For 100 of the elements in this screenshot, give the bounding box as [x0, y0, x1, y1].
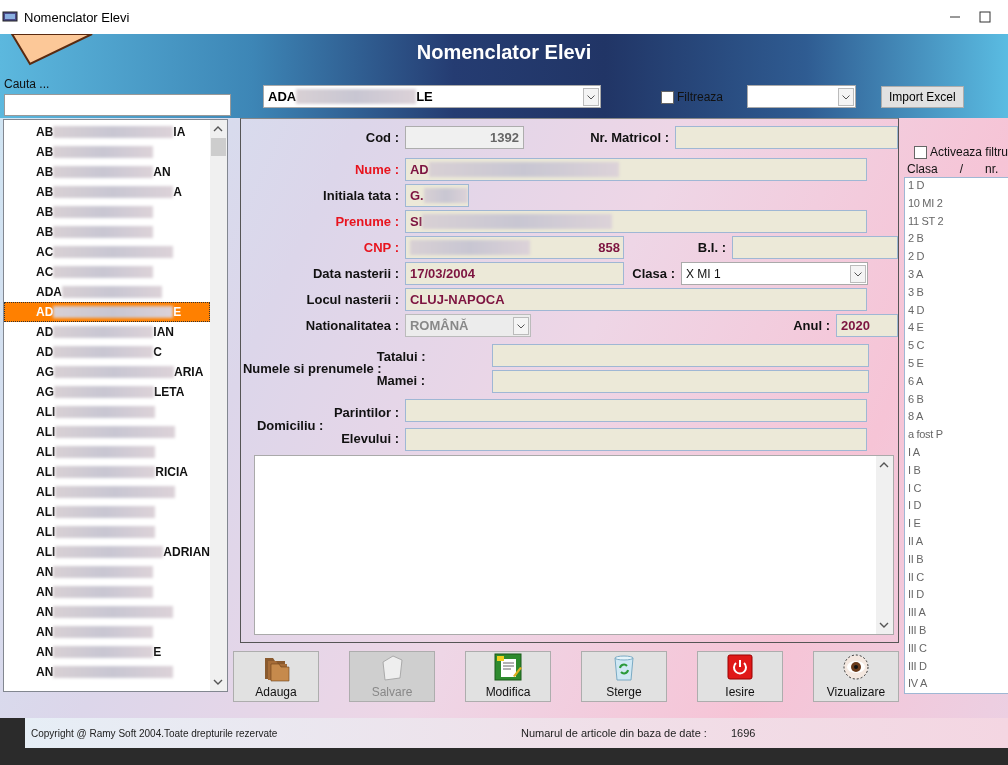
- text-field[interactable]: [491, 344, 869, 367]
- student-list-item[interactable]: ALI: [4, 402, 210, 422]
- text-field[interactable]: [674, 126, 898, 149]
- class-list-item[interactable]: I D: [907, 499, 1008, 518]
- student-list-item[interactable]: AN: [4, 562, 210, 582]
- action-button[interactable]: Adauga: [232, 651, 319, 702]
- field-label: B.I. :: [696, 240, 726, 255]
- class-filter-checkbox[interactable]: [913, 145, 927, 159]
- class-list-item[interactable]: II D: [907, 588, 1008, 607]
- filter-checkbox[interactable]: [661, 90, 674, 104]
- student-list-item[interactable]: AN: [4, 662, 210, 682]
- student-list-item[interactable]: ADA: [4, 282, 210, 302]
- class-list-item[interactable]: I E: [907, 517, 1008, 535]
- student-list-item[interactable]: AB AN: [4, 162, 210, 182]
- student-list-item[interactable]: AB A: [4, 182, 210, 202]
- import-excel-button[interactable]: Import Excel: [881, 86, 964, 108]
- class-list-item[interactable]: 6 A: [907, 374, 1008, 393]
- student-list-item[interactable]: ALI: [4, 522, 210, 542]
- maximize-icon[interactable]: [978, 10, 992, 24]
- student-list-item[interactable]: AN: [4, 602, 210, 622]
- scroll-down-icon[interactable]: [213, 677, 224, 687]
- student-list-item[interactable]: ALI ADRIAN: [4, 542, 210, 562]
- text-field[interactable]: [731, 236, 898, 259]
- class-list-item[interactable]: 5 E: [907, 356, 1008, 375]
- dropdown-caret-icon[interactable]: [583, 87, 599, 106]
- parents-name-label: Numele si prenumele :: [242, 361, 382, 376]
- student-list-item[interactable]: ALI: [4, 502, 210, 522]
- student-list-item[interactable]: AB IA: [4, 122, 210, 142]
- class-list-item[interactable]: 6 B: [907, 392, 1008, 411]
- student-list-item[interactable]: AD C: [4, 342, 210, 362]
- class-list-item[interactable]: II B: [907, 552, 1008, 571]
- text-field[interactable]: SI: [404, 210, 867, 233]
- student-list-item[interactable]: ALI: [4, 442, 210, 462]
- scroll-up-icon[interactable]: [879, 460, 890, 470]
- text-field[interactable]: 2020: [835, 314, 898, 337]
- class-list-item[interactable]: 11 ST 2: [907, 214, 1008, 233]
- class-list-item[interactable]: 5 C: [907, 339, 1008, 357]
- class-list-item[interactable]: III A: [907, 606, 1008, 624]
- student-list-item[interactable]: AN E: [4, 642, 210, 662]
- class-list-item[interactable]: II A: [907, 534, 1008, 553]
- text-field[interactable]: AD: [404, 158, 867, 181]
- class-list-item[interactable]: II C: [907, 570, 1008, 589]
- scroll-up-icon[interactable]: [213, 124, 224, 134]
- action-button[interactable]: Modifica: [464, 651, 551, 702]
- student-list-item[interactable]: AN: [4, 622, 210, 642]
- filter-dropdown[interactable]: [747, 85, 856, 108]
- student-dropdown[interactable]: ADA LE: [263, 85, 601, 108]
- class-list-item[interactable]: III B: [907, 623, 1008, 642]
- class-list-item[interactable]: III D: [907, 659, 1008, 678]
- text-field[interactable]: 17/03/2004: [404, 262, 624, 285]
- class-list-item[interactable]: III C: [907, 641, 1008, 660]
- class-list-item[interactable]: I B: [907, 463, 1008, 482]
- class-dropdown[interactable]: X MI 1: [680, 262, 868, 285]
- field-label: Tatalui :: [376, 348, 427, 364]
- class-list-item[interactable]: I A: [907, 445, 1008, 464]
- action-button[interactable]: Sterge: [580, 651, 667, 702]
- student-list-item[interactable]: AC: [4, 242, 210, 262]
- class-list-item[interactable]: 2 B: [907, 232, 1008, 251]
- student-list-item[interactable]: AD IAN: [4, 322, 210, 342]
- class-list-item[interactable]: 8 A: [907, 410, 1008, 429]
- search-field[interactable]: [4, 94, 231, 116]
- dropdown-caret-icon[interactable]: [838, 87, 854, 106]
- student-list-item[interactable]: AB: [4, 202, 210, 222]
- class-list-item[interactable]: 10 MI 2: [907, 196, 1008, 215]
- class-list-item[interactable]: 4 E: [907, 321, 1008, 340]
- student-list-item[interactable]: AB: [4, 142, 210, 162]
- action-button[interactable]: Vizualizare: [812, 651, 899, 702]
- class-filter-label: Activeaza filtru: [929, 145, 1008, 159]
- record-count: 1696: [730, 727, 756, 739]
- text-field[interactable]: [404, 399, 867, 422]
- field-label: Mamei :: [376, 373, 427, 389]
- class-list-item[interactable]: 1 D: [907, 179, 1008, 197]
- eye-icon: [840, 652, 871, 682]
- scrollbar-thumb[interactable]: [210, 138, 226, 156]
- student-list-item[interactable]: AN: [4, 582, 210, 602]
- student-list-item[interactable]: AG LETA: [4, 382, 210, 402]
- power-icon: [724, 652, 755, 682]
- text-field[interactable]: [491, 370, 869, 393]
- class-list-item[interactable]: 3 A: [907, 268, 1008, 286]
- text-field[interactable]: [404, 428, 867, 451]
- student-list-item[interactable]: ALI RICIA: [4, 462, 210, 482]
- class-list-item[interactable]: 2 D: [907, 250, 1008, 268]
- student-list-item[interactable]: AB: [4, 222, 210, 242]
- scroll-down-icon[interactable]: [879, 620, 890, 630]
- class-list-item[interactable]: 4 D: [907, 303, 1008, 322]
- text-field[interactable]: 858: [404, 236, 624, 259]
- student-list-item[interactable]: AC: [4, 262, 210, 282]
- text-field[interactable]: G.: [404, 184, 469, 207]
- text-field[interactable]: CLUJ-NAPOCA: [404, 288, 867, 311]
- class-list-item[interactable]: IV A: [907, 677, 1008, 693]
- student-list-item[interactable]: AG ARIA: [4, 362, 210, 382]
- class-list-item[interactable]: a fost P: [907, 428, 1008, 446]
- class-list-item[interactable]: I C: [907, 481, 1008, 500]
- action-button[interactable]: Iesire: [696, 651, 783, 702]
- dropdown-caret-icon[interactable]: [849, 264, 866, 283]
- student-list-item[interactable]: ALI: [4, 482, 210, 502]
- class-list-item[interactable]: 3 B: [907, 285, 1008, 304]
- text-field[interactable]: 1392: [404, 126, 524, 149]
- column-header: Clasa: [906, 162, 938, 176]
- student-list-item[interactable]: ALI: [4, 422, 210, 442]
